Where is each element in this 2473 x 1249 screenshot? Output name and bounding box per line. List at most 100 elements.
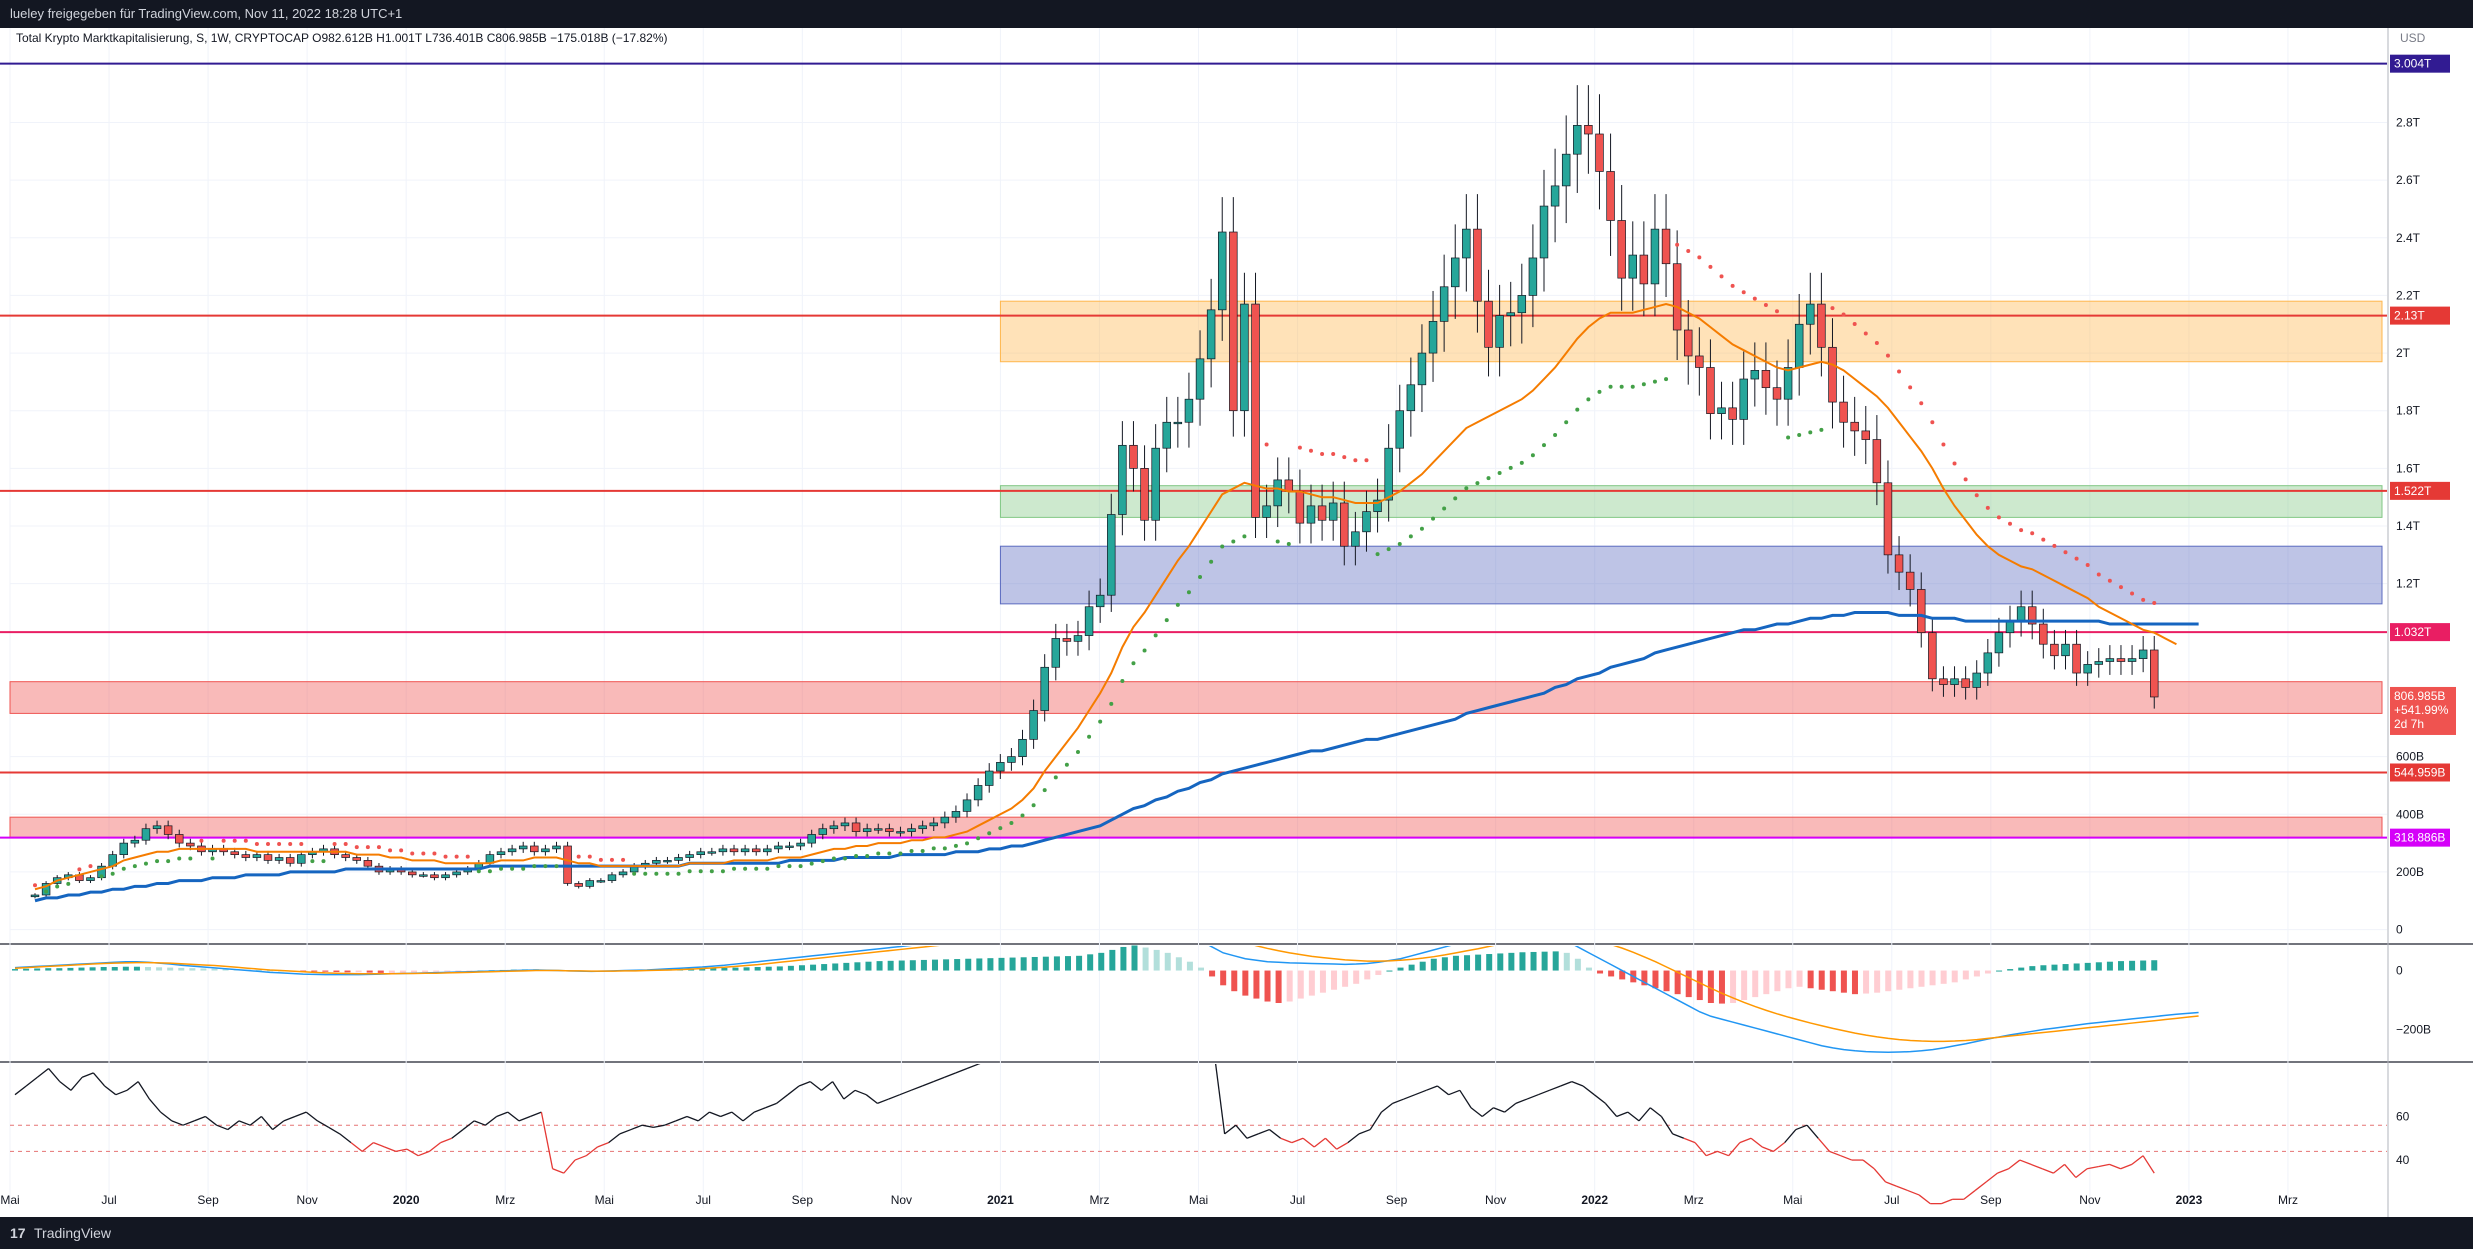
candle-body: [1528, 257, 1538, 296]
candle-body: [984, 770, 994, 786]
psar-dot: [121, 866, 126, 871]
psar-dot: [1064, 762, 1069, 767]
candle-body: [1428, 321, 1438, 354]
tradingview-brand-label[interactable]: TradingView: [34, 1217, 111, 1249]
macd-bar: [1120, 946, 1127, 971]
candle-body: [1661, 228, 1671, 265]
macd-bar: [2084, 962, 2091, 971]
macd-bar: [1752, 970, 1759, 998]
candle-body: [707, 851, 717, 854]
candle-body: [1240, 303, 1249, 412]
macd-bar: [45, 968, 52, 971]
macd-bar: [1497, 953, 1504, 971]
chart-area[interactable]: USD Mai Jul Sep Nov 2020 Mrz Mai Jul Sep Nov 2021 Mr…: [0, 28, 2473, 1217]
candle-body: [141, 828, 151, 841]
macd-bar: [1331, 970, 1338, 990]
psar-dot: [1553, 432, 1558, 437]
macd-bar: [1441, 957, 1448, 971]
psar-dot: [1586, 397, 1591, 402]
psar-dot: [743, 866, 748, 871]
macd-bar: [1874, 970, 1881, 993]
psar-dot: [1375, 552, 1380, 557]
macd-bar: [1009, 957, 1016, 971]
macd-bar: [1486, 954, 1493, 971]
x-tick-label: 2022: [1581, 1193, 1608, 1207]
candle-body: [596, 880, 606, 883]
psar-dot: [487, 869, 492, 874]
macd-bar: [1430, 958, 1437, 971]
psar-dot: [1597, 389, 1602, 394]
psar-dot: [110, 871, 115, 876]
candle-body: [419, 874, 428, 877]
candle-body: [1084, 606, 1094, 636]
candle-body: [1495, 315, 1504, 348]
macd-bar: [1929, 970, 1936, 986]
x-tick-label: Jul: [1290, 1193, 1305, 1207]
psar-dot: [643, 871, 648, 876]
psar-dot: [1719, 274, 1724, 279]
macd-bar: [1885, 970, 1892, 992]
macd-bar: [1031, 956, 1038, 971]
macd-bar: [798, 965, 805, 971]
macd-bar: [1818, 970, 1825, 990]
macd-bar: [1308, 970, 1315, 996]
y-tick-label: 2.6T: [2396, 173, 2421, 187]
tradingview-logo-icon[interactable]: 17: [10, 1217, 26, 1249]
x-tick-label: Sep: [792, 1193, 814, 1207]
macd-bar: [1973, 970, 1980, 977]
candle-body: [618, 871, 628, 876]
psar-dot: [1419, 526, 1424, 531]
psar-dot: [942, 846, 947, 851]
psar-dot: [554, 864, 559, 869]
psar-dot: [1320, 451, 1325, 456]
candle-body: [951, 811, 961, 818]
candle-body: [1684, 329, 1693, 357]
candle-body: [674, 857, 683, 861]
candle-body: [1395, 410, 1404, 449]
psar-dot: [1342, 455, 1347, 460]
candle-body: [1051, 638, 1061, 668]
candle-body: [163, 825, 173, 835]
psar-dot: [1275, 539, 1280, 544]
macd-bar: [1475, 954, 1482, 971]
macd-bar: [2018, 967, 2025, 971]
psar-dot: [1619, 384, 1624, 389]
psar-dot: [499, 866, 504, 871]
candle-body: [2061, 643, 2070, 657]
macd-bar: [976, 958, 983, 971]
macd-bar: [211, 968, 218, 971]
psar-dot: [1763, 302, 1768, 307]
candle-body: [1628, 254, 1637, 279]
psar-dot: [1331, 451, 1336, 456]
current-price-label: 2d 7h: [2394, 717, 2424, 731]
macd-bar: [865, 961, 872, 971]
psar-dot: [1464, 486, 1469, 491]
macd-bar: [355, 970, 362, 973]
x-tick-label: Nov: [2079, 1193, 2100, 1207]
macd-bar: [765, 966, 772, 971]
psar-dot: [332, 841, 337, 846]
psar-dot: [1131, 661, 1136, 666]
macd-bar: [78, 967, 85, 971]
y-tick-label: 1.8T: [2396, 404, 2421, 418]
macd-bar: [876, 961, 883, 971]
macd-bar: [843, 962, 850, 971]
candle-body: [862, 828, 872, 832]
candle-body: [1362, 511, 1371, 533]
psar-dot: [443, 854, 448, 859]
candle-body: [774, 845, 783, 850]
macd-bar: [1585, 967, 1592, 971]
candle-body: [807, 834, 816, 844]
macd-bar: [2007, 969, 2014, 971]
candle-body: [1173, 421, 1183, 425]
macd-bar: [732, 967, 739, 971]
psar-dot: [44, 889, 49, 894]
macd-bar: [1275, 970, 1282, 1003]
macd-bar: [1663, 970, 1670, 992]
macd-bar: [1064, 956, 1071, 971]
macd-bar: [987, 958, 994, 971]
candle-body: [1273, 479, 1282, 507]
psar-dot: [33, 883, 37, 888]
macd-bar: [100, 967, 107, 971]
psar-dot: [1364, 458, 1369, 463]
